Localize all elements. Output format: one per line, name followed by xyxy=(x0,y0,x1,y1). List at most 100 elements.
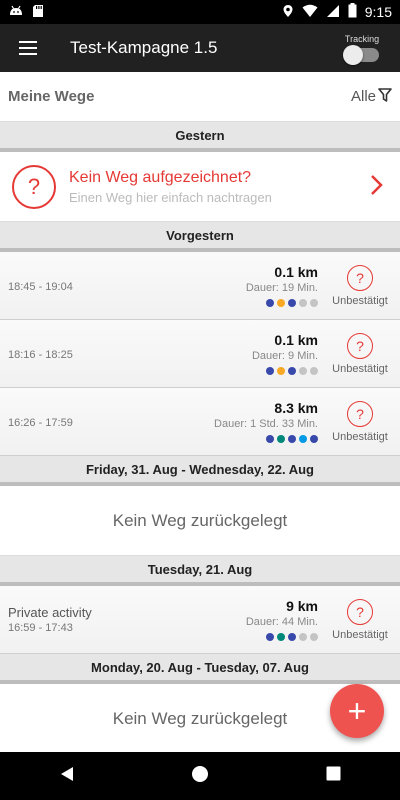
trip-status[interactable]: ? Unbestätigt xyxy=(320,320,400,387)
status-label: Unbestätigt xyxy=(332,294,388,307)
trip-status[interactable]: ? Unbestätigt xyxy=(320,388,400,455)
add-missing-way-title: Kein Weg aufgezeichnet? xyxy=(69,168,252,186)
trip-row[interactable]: 16:26 - 17:59 8.3 km Dauer: 1 Std. 33 Mi… xyxy=(0,388,400,456)
question-icon: ? xyxy=(347,400,373,427)
mode-dot xyxy=(310,633,318,641)
status-label: Unbestätigt xyxy=(332,362,388,375)
back-icon xyxy=(59,766,75,787)
trip-duration: Dauer: 9 Min. xyxy=(251,350,318,362)
mode-dot xyxy=(266,633,274,641)
add-missing-way-text: Kein Weg aufgezeichnet? Einen Weg hier e… xyxy=(69,169,370,205)
trip-distance: 8.3 km xyxy=(274,400,318,416)
filter-button[interactable]: Alle xyxy=(350,87,392,106)
mode-dot xyxy=(277,299,285,307)
question-icon: ? xyxy=(347,264,373,291)
recents-icon xyxy=(326,766,341,786)
trip-name: Private activity xyxy=(8,605,92,620)
system-nav-bar xyxy=(0,752,400,800)
signal-icon xyxy=(326,4,340,21)
chevron-right-icon xyxy=(370,171,384,203)
mode-dot xyxy=(288,435,296,443)
plus-icon: + xyxy=(347,692,367,729)
trip-time: 16:26 - 17:59 xyxy=(8,416,73,429)
android-notification-icon xyxy=(8,4,24,21)
section-header: Monday, 20. Aug - Tuesday, 07. Aug xyxy=(0,654,400,684)
mode-dot xyxy=(310,367,318,375)
trip-info: 16:26 - 17:59 xyxy=(0,388,150,455)
question-icon: ? xyxy=(12,164,56,209)
mode-dot xyxy=(299,633,307,641)
wifi-icon xyxy=(302,4,318,21)
section-header: Vorgestern xyxy=(0,222,400,252)
trip-info: 18:16 - 18:25 xyxy=(0,320,150,387)
trip-time: 16:59 - 17:43 xyxy=(8,622,73,634)
add-way-button[interactable]: + xyxy=(330,684,384,738)
trip-time: 18:45 - 19:04 xyxy=(8,280,73,293)
trip-distance: 0.1 km xyxy=(274,264,318,280)
filter-label: Alle xyxy=(350,88,376,105)
ways-header: Meine Wege Alle xyxy=(0,72,400,122)
battery-icon xyxy=(348,3,357,21)
mode-dot xyxy=(266,299,274,307)
mode-dot xyxy=(310,435,318,443)
trip-details: 0.1 km Dauer: 19 Min. xyxy=(150,252,320,319)
mode-dot xyxy=(266,435,274,443)
ways-list[interactable]: Meine Wege Alle Gestern ? Kein Weg aufge… xyxy=(0,72,400,752)
trip-details: 0.1 km Dauer: 9 Min. xyxy=(150,320,320,387)
no-trip-message: Kein Weg zurückgelegt xyxy=(0,486,400,556)
status-time: 9:15 xyxy=(364,4,392,20)
trip-duration: Dauer: 1 Std. 33 Min. xyxy=(214,418,318,430)
trip-details: 8.3 km Dauer: 1 Std. 33 Min. xyxy=(150,388,320,455)
trip-distance: 9 km xyxy=(286,598,318,614)
tracking-label: Tracking xyxy=(344,34,380,44)
status-label: Unbestätigt xyxy=(332,430,388,443)
mode-dot xyxy=(288,367,296,375)
app-bar: Test-Kampagne 1.5 Tracking xyxy=(0,24,400,72)
trip-distance: 0.1 km xyxy=(274,332,318,348)
mode-dots xyxy=(266,299,318,307)
mode-dot xyxy=(277,633,285,641)
mode-dot xyxy=(299,367,307,375)
page-title: Test-Kampagne 1.5 xyxy=(70,38,218,57)
mode-dot xyxy=(288,299,296,307)
mode-dot xyxy=(310,299,318,307)
filter-icon xyxy=(378,87,392,106)
nav-back-button[interactable] xyxy=(37,752,97,800)
trip-status[interactable]: ? Unbestätigt xyxy=(320,252,400,319)
trip-info: 18:45 - 19:04 xyxy=(0,252,150,319)
location-icon xyxy=(282,4,294,21)
section-header: Tuesday, 21. Aug xyxy=(0,556,400,586)
trip-duration: Dauer: 19 Min. xyxy=(245,282,318,294)
mode-dot xyxy=(277,367,285,375)
trip-info: Private activity 16:59 - 17:43 xyxy=(0,586,150,653)
trip-status[interactable]: ? Unbestätigt xyxy=(320,586,400,653)
tracking-control: Tracking xyxy=(332,34,392,65)
menu-button[interactable] xyxy=(0,24,56,72)
nav-home-button[interactable] xyxy=(170,752,230,800)
question-icon: ? xyxy=(347,332,373,359)
mode-dot xyxy=(266,367,274,375)
nav-recents-button[interactable] xyxy=(303,752,363,800)
tracking-toggle[interactable] xyxy=(343,45,379,65)
status-label: Unbestätigt xyxy=(332,628,388,641)
mode-dots xyxy=(266,435,318,443)
section-header: Gestern xyxy=(0,122,400,152)
trip-row[interactable]: 18:45 - 19:04 0.1 km Dauer: 19 Min. ? Un… xyxy=(0,252,400,320)
hamburger-icon xyxy=(19,41,37,55)
question-icon: ? xyxy=(347,598,373,625)
add-missing-way-subtitle: Einen Weg hier einfach nachtragen xyxy=(69,189,272,205)
toggle-knob xyxy=(343,45,363,65)
trip-details: 9 km Dauer: 44 Min. xyxy=(150,586,320,653)
add-missing-way-card[interactable]: ? Kein Weg aufgezeichnet? Einen Weg hier… xyxy=(0,152,400,222)
mode-dot xyxy=(288,633,296,641)
trip-row[interactable]: Private activity 16:59 - 17:43 9 km Daue… xyxy=(0,586,400,654)
home-icon xyxy=(191,765,209,788)
sd-card-icon xyxy=(32,4,44,21)
mode-dots xyxy=(266,367,318,375)
ways-title: Meine Wege xyxy=(8,88,95,105)
trip-duration: Dauer: 44 Min. xyxy=(245,616,318,628)
trip-time: 18:16 - 18:25 xyxy=(8,348,73,361)
mode-dot xyxy=(299,299,307,307)
trip-row[interactable]: 18:16 - 18:25 0.1 km Dauer: 9 Min. ? Unb… xyxy=(0,320,400,388)
status-bar: 9:15 xyxy=(0,0,400,24)
